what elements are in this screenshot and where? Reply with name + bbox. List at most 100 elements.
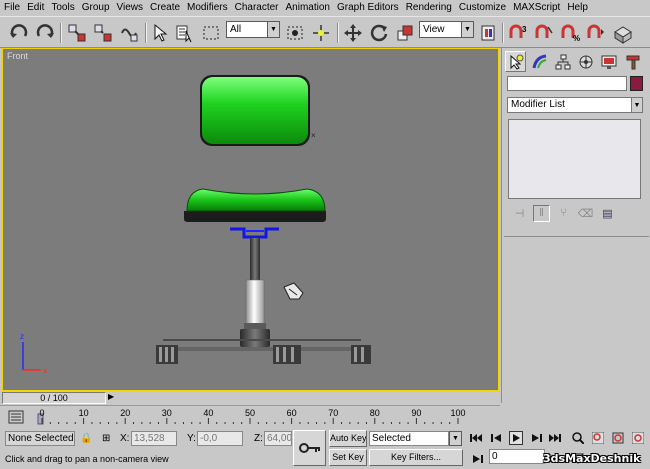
tab-motion[interactable] [575,51,596,72]
make-unique-button[interactable]: ⑂ [555,205,572,222]
zoom-extents-all-button[interactable] [632,432,644,444]
menu-tools[interactable]: Tools [47,0,77,16]
svg-text:3: 3 [522,25,527,34]
select-and-link-button[interactable] [66,22,88,44]
go-to-start-button[interactable] [470,432,482,444]
reference-coordinate-arrow[interactable]: ▼ [461,21,474,38]
menu-create[interactable]: Create [146,0,183,16]
watermark-logo: 3dsMaxDeshnik [543,452,641,465]
seat-base[interactable] [184,211,326,222]
key-mode-toggle-button[interactable] [471,453,483,465]
menu-animation[interactable]: Animation [282,0,333,16]
menu-help[interactable]: Help [563,0,591,16]
current-frame-field[interactable]: 0 [489,449,545,464]
modifier-list-arrow[interactable]: ▼ [631,97,643,113]
set-key-button[interactable]: Set Key [329,449,367,466]
show-end-result-button[interactable]: ‖ [533,204,550,222]
auto-key-button[interactable]: Auto Key [329,430,367,447]
menu-views[interactable]: Views [113,0,147,16]
front-viewport[interactable]: Front × z x [2,48,499,391]
menu-graph-editors[interactable]: Graph Editors [333,0,402,16]
x-coordinate-field[interactable]: 13,528 [131,431,177,446]
selection-filter-arrow[interactable]: ▼ [267,21,280,38]
menu-file[interactable]: File [0,0,23,16]
use-pivot-center-button[interactable] [478,22,498,44]
backrest[interactable] [202,77,308,144]
previous-frame-button[interactable] [491,432,503,444]
pin-stack-button[interactable]: ⊣ [511,205,528,222]
go-to-end-button[interactable] [549,432,561,444]
seat-cushion[interactable] [186,188,326,212]
tab-hierarchy[interactable] [552,51,573,72]
zoom-extents-button[interactable] [612,432,624,444]
tab-create[interactable] [505,51,526,72]
unlink-selection-button[interactable] [92,22,114,44]
select-and-move-mini-button[interactable] [310,22,332,44]
key-filters-button[interactable]: Key Filters... [369,449,463,466]
select-object-button[interactable] [150,22,170,44]
undo-button[interactable] [8,22,30,44]
zoom-all-button[interactable] [592,432,604,444]
base-hub[interactable] [240,329,270,347]
menu-bar: File Edit Tools Group Views Create Modif… [0,0,650,16]
next-frame-button[interactable] [530,432,542,444]
magnet-3-icon: 3 [509,24,527,38]
region-select-button[interactable] [200,22,222,44]
selection-filter-dropdown[interactable]: All [226,21,267,38]
caster-center[interactable] [273,345,301,364]
base-leg-lower[interactable] [168,347,358,351]
select-and-rotate-button[interactable] [368,22,390,44]
redo-button[interactable] [34,22,56,44]
menu-edit[interactable]: Edit [23,0,47,16]
menu-group[interactable]: Group [78,0,113,16]
spinner-snap-button[interactable] [585,22,607,44]
menu-character[interactable]: Character [231,0,282,16]
absolute-mode-icon[interactable]: ⊞ [102,431,110,446]
window-crossing-button[interactable] [284,22,306,44]
object-name-field[interactable] [507,76,627,91]
menu-maxscript[interactable]: MAXScript [509,0,563,16]
set-key-mode-button[interactable] [293,430,326,466]
upper-column[interactable] [250,238,260,280]
stack-toolbar: ⊣ ‖ ⑂ ⌫ ▤ [507,203,643,223]
caster-left[interactable] [156,345,178,364]
key-mode-arrow[interactable]: ▼ [449,431,462,446]
remove-modifier-button[interactable]: ⌫ [577,205,594,222]
render-scene-button[interactable] [611,22,635,44]
chair-model[interactable]: × z x [3,49,500,392]
zoom-button[interactable] [572,432,584,444]
time-slider-bar: 0 / 100 ▶ [0,391,500,405]
track-bar[interactable]: 0 10 20 30 40 50 60 70 80 90 100 [0,405,500,428]
select-by-name-button[interactable] [174,22,196,44]
object-color-swatch[interactable] [630,76,643,91]
play-button[interactable] [509,431,523,445]
key-mode-dropdown[interactable]: Selected [369,431,449,446]
select-and-manipulate-button[interactable]: 3 [507,22,529,44]
time-slider-next-icon[interactable]: ▶ [108,392,114,401]
time-slider[interactable]: 0 / 100 [2,392,106,404]
tab-utilities[interactable] [622,51,643,72]
menu-customize[interactable]: Customize [455,0,509,16]
select-and-move-button[interactable] [342,22,364,44]
select-and-scale-button[interactable] [394,22,416,44]
configure-icon: ▤ [602,207,613,220]
base-leg-line[interactable] [163,339,361,341]
gas-cylinder[interactable] [245,279,265,326]
configure-modifier-sets-button[interactable]: ▤ [599,205,616,222]
y-coordinate-field[interactable]: -0,0 [197,431,243,446]
modifier-list-dropdown[interactable]: Modifier List [507,97,631,113]
menu-rendering[interactable]: Rendering [402,0,455,16]
tab-modify[interactable] [529,51,550,72]
bind-to-space-warp-button[interactable] [118,22,140,44]
menu-modifiers[interactable]: Modifiers [183,0,231,16]
modifier-stack[interactable] [508,119,641,199]
tab-display[interactable] [598,51,619,72]
caster-right[interactable] [351,345,371,364]
curve-editor-icon[interactable] [8,410,24,424]
z-coordinate-field[interactable]: 64,005 [264,431,292,446]
lock-icon[interactable]: 🔒 [80,431,92,446]
angle-snap-button[interactable] [533,22,555,44]
percent-snap-button[interactable]: % [559,22,581,44]
reference-coordinate-dropdown[interactable]: View [419,21,461,38]
axis-tripod-icon: z x [20,332,47,375]
